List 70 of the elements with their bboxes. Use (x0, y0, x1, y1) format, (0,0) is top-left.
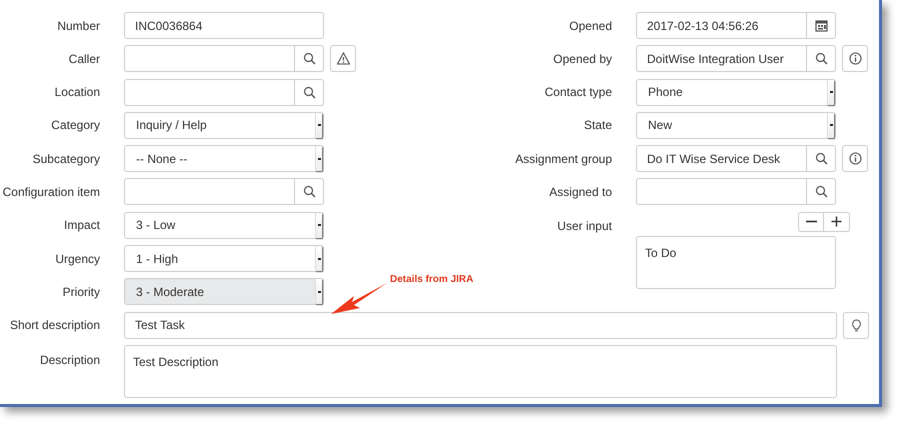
field-label: Location (54, 84, 100, 102)
input-field[interactable] (124, 78, 295, 106)
warning-icon (336, 52, 350, 66)
search-button[interactable] (807, 178, 836, 206)
collapse-button[interactable] (798, 212, 824, 232)
arrow-icon (330, 282, 388, 315)
lightbulb-icon (850, 318, 862, 332)
input-field[interactable]: INC0036864 (124, 12, 324, 39)
input-field[interactable] (636, 178, 807, 206)
input-field[interactable] (124, 178, 295, 206)
calendar-button[interactable] (807, 12, 836, 39)
search-button[interactable] (807, 45, 836, 72)
dropdown-caret-icon (315, 212, 322, 238)
dropdown-caret-icon (315, 112, 322, 138)
dropdown-caret-icon (315, 246, 322, 272)
text-area[interactable]: To Do (636, 236, 836, 289)
field-label: Priority (62, 284, 100, 301)
input-field[interactable]: Test Task (124, 312, 837, 339)
select-field[interactable]: 3 - Moderate (124, 278, 324, 306)
info-button[interactable] (842, 45, 868, 72)
select-field[interactable]: 1 - High (124, 245, 324, 272)
info-icon (848, 52, 862, 66)
select-field[interactable]: Phone (636, 78, 836, 106)
calendar-icon (814, 19, 828, 32)
field-label: Category (50, 117, 100, 134)
search-icon (814, 152, 828, 166)
dropdown-caret-icon (315, 146, 322, 172)
search-button[interactable] (295, 45, 324, 72)
field-label: Impact (62, 217, 100, 234)
search-icon (302, 185, 316, 198)
search-button[interactable] (295, 178, 324, 206)
field-label: User input (556, 218, 612, 235)
input-field[interactable] (124, 45, 295, 72)
input-field[interactable]: DoitWise Integration User (636, 45, 807, 72)
input-field[interactable]: Do IT Wise Service Desk (636, 145, 807, 172)
select-field[interactable]: Inquiry / Help (124, 112, 324, 139)
select-field[interactable]: 3 - Low (124, 212, 324, 239)
dropdown-caret-icon (827, 80, 834, 105)
field-label: Number (56, 18, 100, 34)
text-area[interactable]: Test Description (124, 344, 837, 398)
field-label: Caller (68, 50, 100, 68)
field-label: Opened (568, 18, 612, 34)
select-field[interactable]: -- None -- (124, 145, 324, 172)
field-label: Contact type (544, 84, 612, 102)
expand-button[interactable] (824, 212, 850, 232)
field-label: Opened by (552, 50, 612, 68)
field-label: Assigned to (548, 184, 612, 201)
field-label: Configuration item (2, 184, 100, 201)
warning-button[interactable] (330, 45, 356, 72)
field-label: State (582, 117, 612, 134)
suggestion-button[interactable] (843, 312, 869, 339)
search-icon (814, 185, 828, 198)
field-label: Assignment group (514, 150, 612, 168)
dropdown-caret-icon (315, 279, 322, 304)
search-icon (814, 52, 828, 66)
search-icon (302, 86, 316, 99)
field-label: Description (38, 352, 100, 369)
plus-icon (830, 215, 843, 228)
field-label: Subcategory (32, 150, 100, 168)
info-button[interactable] (842, 145, 868, 172)
dropdown-caret-icon (827, 112, 834, 138)
field-label: Urgency (54, 250, 100, 268)
annotation-text: Details from JIRA (390, 273, 474, 287)
input-field[interactable]: 2017-02-13 04:56:26 (636, 12, 807, 39)
search-button[interactable] (295, 78, 324, 106)
select-field[interactable]: New (636, 112, 836, 139)
search-button[interactable] (807, 145, 836, 172)
search-icon (302, 52, 316, 66)
info-icon (848, 152, 862, 166)
field-label: Short description (8, 317, 100, 334)
